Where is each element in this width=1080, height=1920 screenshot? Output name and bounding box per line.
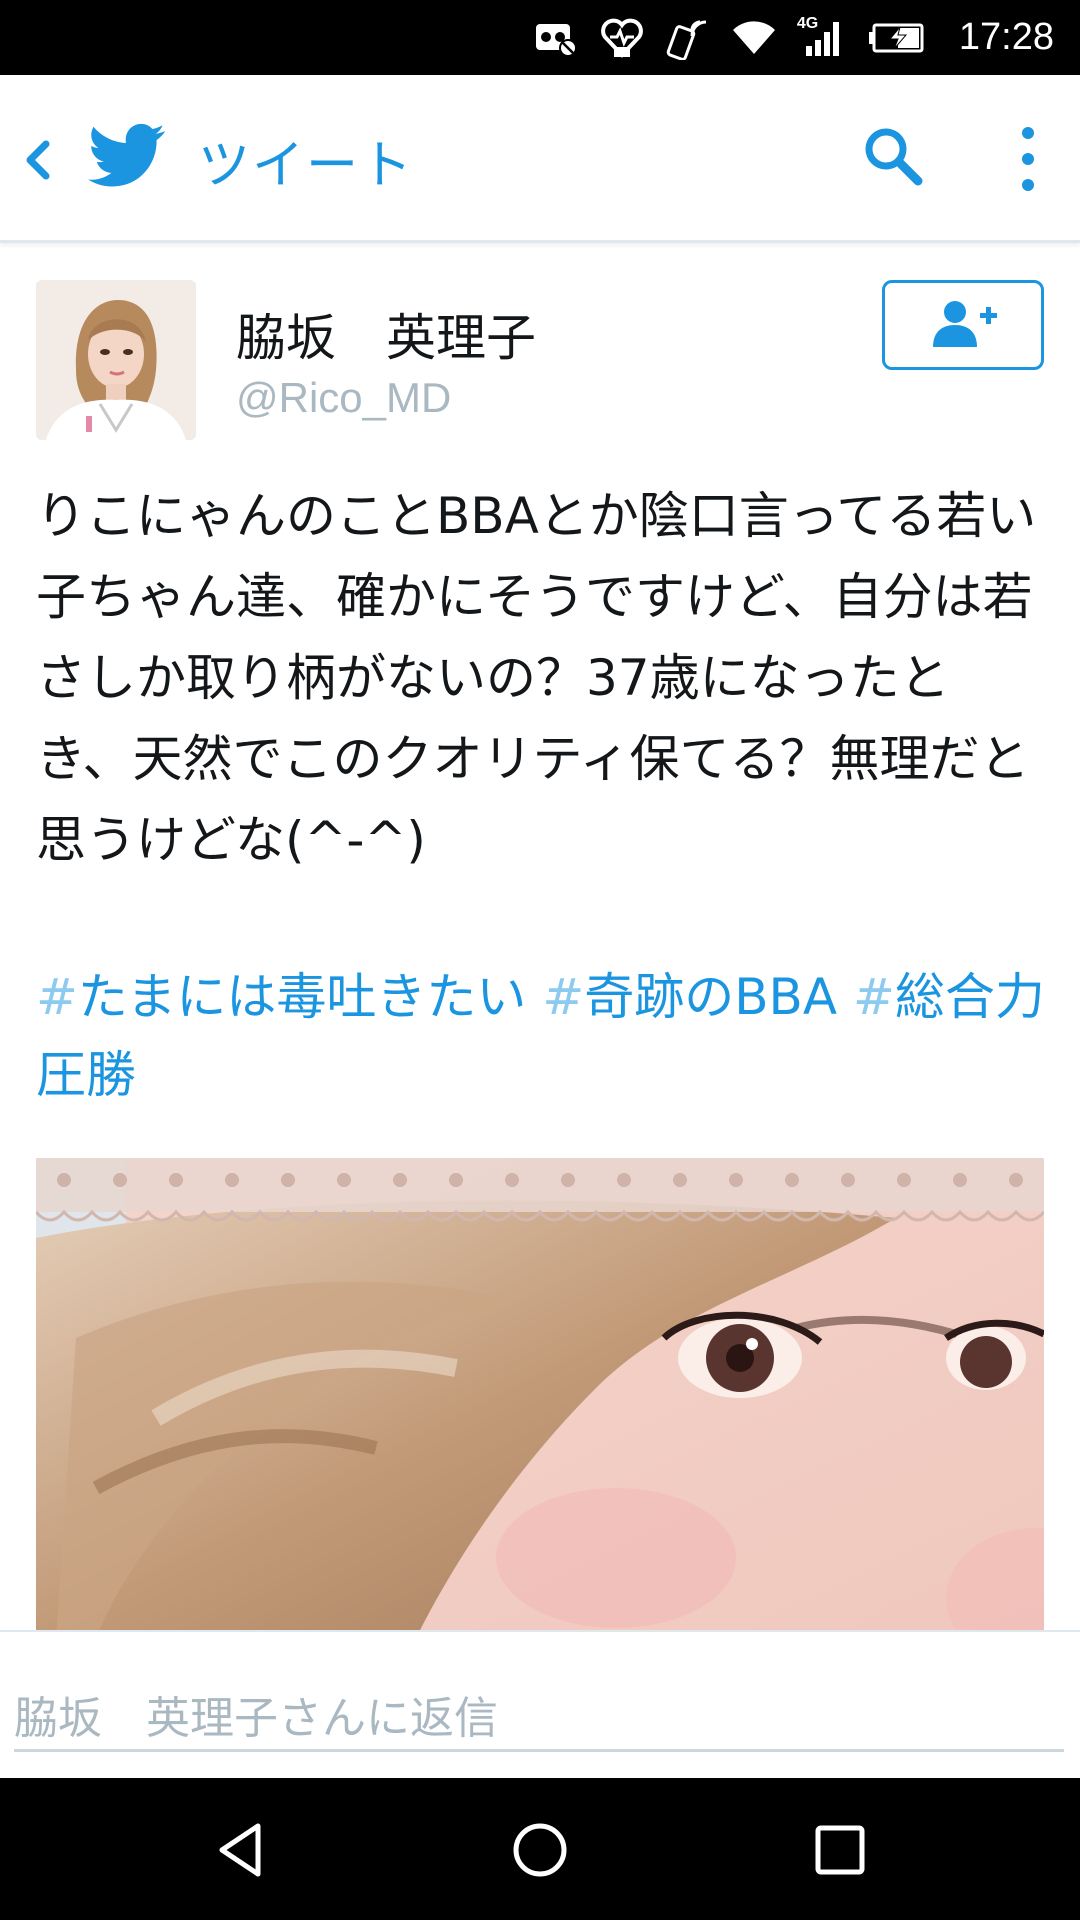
hashtag-text: 奇跡のBBA — [584, 968, 838, 1026]
avatar[interactable] — [36, 280, 196, 440]
hashtag-text: たまには毒吐きたい — [77, 968, 527, 1026]
hashtag-symbol: # — [36, 968, 78, 1026]
status-bar: 4G 17:28 — [0, 0, 1080, 75]
battery-charging-icon — [867, 15, 927, 61]
author-handle[interactable]: @Rico_MD — [236, 374, 451, 422]
follow-button[interactable] — [882, 280, 1044, 370]
voicemail-icon — [533, 15, 579, 61]
system-nav-bar — [0, 1778, 1080, 1920]
author-name[interactable]: 脇坂 英理子 — [236, 298, 536, 370]
back-chevron-icon[interactable] — [14, 130, 62, 190]
add-user-icon — [925, 297, 1001, 353]
tweet-text: りこにゃんのことBBAとか陰口言ってる若い子ちゃん達、確かにそうですけど、自分は… — [36, 487, 1037, 869]
recents-square-icon[interactable] — [804, 1814, 876, 1886]
phone-nfc-icon — [665, 15, 711, 61]
hashtags: #たまには毒吐きたい #奇跡のBBA #総合力圧勝 — [36, 958, 1046, 1114]
search-icon[interactable] — [858, 121, 930, 193]
reply-bar: 脇坂 英理子さんに返信 — [0, 1630, 1080, 1778]
hashtag-symbol: # — [542, 968, 585, 1026]
hashtag-link[interactable]: #たまには毒吐きたい — [36, 968, 526, 1026]
back-triangle-icon[interactable] — [204, 1814, 276, 1886]
hashtag-symbol: # — [852, 968, 895, 1026]
wifi-icon — [731, 15, 777, 61]
hashtag-link[interactable]: #奇跡のBBA — [542, 968, 837, 1026]
heart-monitor-icon — [599, 15, 645, 61]
page-title: ツイート — [198, 136, 415, 196]
reply-input[interactable]: 脇坂 英理子さんに返信 — [14, 1682, 1064, 1752]
more-vert-icon[interactable] — [1010, 123, 1046, 195]
twitter-bird-icon — [88, 123, 166, 189]
home-circle-icon[interactable] — [504, 1814, 576, 1886]
tweet-photo[interactable] — [36, 1158, 1044, 1638]
signal-icon: 4G — [797, 15, 847, 61]
app-bar: ツイート — [0, 75, 1080, 243]
clock: 17:28 — [958, 16, 1054, 58]
network-type: 4G — [796, 14, 819, 32]
